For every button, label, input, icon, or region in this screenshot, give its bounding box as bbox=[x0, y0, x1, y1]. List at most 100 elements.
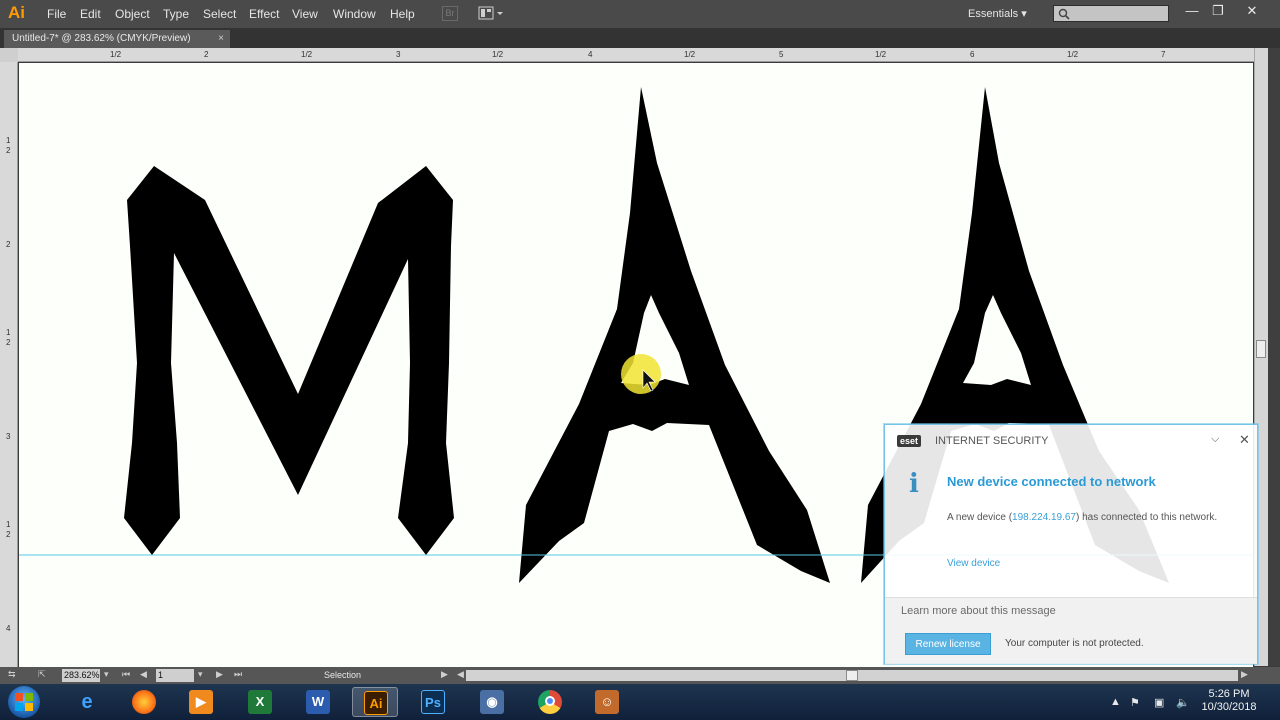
ruler-label: 1/2 bbox=[301, 50, 313, 59]
start-button[interactable] bbox=[8, 686, 40, 718]
menu-help[interactable]: Help bbox=[390, 7, 415, 21]
view-device-link[interactable]: View device bbox=[947, 558, 1000, 569]
illustrator-logo: Ai bbox=[8, 3, 25, 22]
eset-logo: eset bbox=[897, 435, 922, 447]
taskbar-illustrator[interactable]: Ai bbox=[352, 687, 398, 717]
ruler-label: 2 bbox=[6, 240, 11, 249]
ruler-label: 2 bbox=[204, 50, 209, 59]
panel-dock-edge bbox=[1268, 48, 1280, 666]
taskbar-photo-app[interactable]: ☺ bbox=[584, 687, 630, 717]
menu-type[interactable]: Type bbox=[163, 7, 189, 21]
ruler-label: 1/2 bbox=[1067, 50, 1079, 59]
menu-view[interactable]: View bbox=[292, 7, 318, 21]
bridge-icon[interactable]: Br bbox=[442, 6, 458, 21]
horizontal-ruler[interactable]: 1/2 2 1/2 3 1/2 4 1/2 5 1/2 6 1/2 7 bbox=[18, 48, 1254, 62]
cursor-highlight bbox=[621, 354, 661, 394]
protection-status: Your computer is not protected. bbox=[1005, 638, 1144, 649]
ruler-label: 4 bbox=[588, 50, 593, 59]
zoom-level-field[interactable]: 283.62% bbox=[62, 669, 100, 682]
status-bar: ⇆ ⇱ 283.62% ▾ ⏮ ◀ 1 ▾ ▶ ⏭ Selection ▶ ◀ … bbox=[0, 667, 1280, 684]
menu-object[interactable]: Object bbox=[115, 7, 150, 21]
taskbar-internet-explorer[interactable]: e bbox=[64, 687, 110, 717]
minimize-button[interactable]: — bbox=[1180, 2, 1204, 20]
ruler-label: 3 bbox=[396, 50, 401, 59]
menu-file[interactable]: File bbox=[47, 7, 66, 21]
action-center-flag-icon[interactable]: ⚑ bbox=[1130, 696, 1140, 709]
app-player-icon: ◉ bbox=[480, 690, 504, 714]
taskbar-media-player[interactable]: ▶ bbox=[178, 687, 224, 717]
first-artboard-icon[interactable]: ⏮ bbox=[122, 669, 130, 680]
taskbar-word[interactable]: W bbox=[295, 687, 341, 717]
renew-license-button[interactable]: Renew license bbox=[905, 633, 991, 655]
status-menu-arrow-icon[interactable]: ▶ bbox=[441, 669, 448, 680]
tab-close-icon[interactable]: × bbox=[218, 30, 224, 48]
next-artboard-icon[interactable]: ▶ bbox=[216, 669, 223, 680]
previous-artboard-icon[interactable]: ◀ bbox=[140, 669, 147, 680]
show-hidden-icons-icon[interactable]: ▲ bbox=[1110, 696, 1121, 708]
ruler-label: 6 bbox=[970, 50, 975, 59]
menu-effect[interactable]: Effect bbox=[249, 7, 279, 21]
artboard-number-field[interactable]: 1 bbox=[156, 669, 194, 682]
share-icon[interactable]: ⇱ bbox=[38, 669, 46, 680]
close-icon[interactable]: ✕ bbox=[1239, 432, 1250, 448]
artboard-nav-icon[interactable]: ⇆ bbox=[8, 669, 16, 680]
taskbar-firefox[interactable] bbox=[121, 687, 167, 717]
device-icon[interactable]: ▣ bbox=[1154, 696, 1164, 709]
menu-edit[interactable]: Edit bbox=[80, 7, 101, 21]
horizontal-scrollbar[interactable] bbox=[466, 670, 1238, 681]
device-ip: 198.224.19.67 bbox=[1012, 512, 1076, 523]
horizontal-scroll-thumb[interactable] bbox=[846, 670, 858, 681]
close-button[interactable]: ✕ bbox=[1240, 2, 1264, 20]
illustrator-icon: Ai bbox=[364, 691, 388, 715]
menu-bar: Ai File Edit Object Type Select Effect V… bbox=[0, 0, 1280, 28]
ruler-label: 1/2 bbox=[875, 50, 887, 59]
taskbar-app-player[interactable]: ◉ bbox=[469, 687, 515, 717]
chevron-down-icon[interactable]: ⌵ bbox=[1211, 433, 1219, 446]
ruler-label: 3 bbox=[6, 432, 11, 441]
arrange-documents-icon[interactable] bbox=[478, 6, 506, 21]
taskbar-excel[interactable]: X bbox=[237, 687, 283, 717]
menu-select[interactable]: Select bbox=[203, 7, 236, 21]
ruler-label: 2 bbox=[6, 338, 11, 347]
search-icon bbox=[1058, 8, 1070, 20]
ruler-label: 1 bbox=[6, 136, 11, 145]
chevron-down-icon: ▾ bbox=[1021, 8, 1027, 20]
system-clock[interactable]: 5:26 PM 10/30/2018 bbox=[1192, 688, 1266, 714]
ruler-origin[interactable] bbox=[0, 48, 18, 62]
search-input[interactable] bbox=[1053, 5, 1169, 22]
ruler-label: 4 bbox=[6, 624, 11, 633]
vertical-scroll-thumb[interactable] bbox=[1256, 340, 1266, 358]
vertical-ruler[interactable]: 1 2 2 1 2 3 1 2 4 bbox=[0, 62, 18, 667]
ruler-label: 5 bbox=[779, 50, 784, 59]
document-tab-title: Untitled-7* @ 283.62% (CMYK/Preview) bbox=[12, 33, 191, 44]
menu-window[interactable]: Window bbox=[333, 7, 376, 21]
chrome-icon bbox=[538, 690, 562, 714]
ruler-label: 1 bbox=[6, 520, 11, 529]
learn-more-link[interactable]: Learn more about this message bbox=[901, 605, 1056, 617]
document-tab[interactable]: Untitled-7* @ 283.62% (CMYK/Preview) × bbox=[4, 30, 230, 48]
taskbar-photoshop[interactable]: Ps bbox=[410, 687, 456, 717]
internet-explorer-icon: e bbox=[81, 691, 93, 713]
ruler-label: 1/2 bbox=[110, 50, 122, 59]
taskbar-chrome[interactable] bbox=[527, 687, 573, 717]
restore-button[interactable]: ❐ bbox=[1206, 2, 1230, 20]
current-tool-label[interactable]: Selection bbox=[324, 670, 361, 680]
letter-a-path[interactable] bbox=[519, 87, 830, 583]
chevron-down-icon[interactable]: ▾ bbox=[198, 669, 203, 680]
letter-m-path[interactable] bbox=[124, 166, 454, 555]
ruler-label: 2 bbox=[6, 146, 11, 155]
scroll-right-icon[interactable]: ▶ bbox=[1241, 669, 1248, 680]
volume-icon[interactable]: 🔈 bbox=[1176, 696, 1190, 709]
chevron-down-icon[interactable]: ▾ bbox=[104, 669, 109, 680]
firefox-icon bbox=[132, 690, 156, 714]
photo-app-icon: ☺ bbox=[595, 690, 619, 714]
eset-product-title: INTERNET SECURITY bbox=[935, 435, 1049, 447]
notification-footer: Learn more about this message Renew lice… bbox=[885, 597, 1257, 664]
ruler-label: 7 bbox=[1161, 50, 1166, 59]
workspace-switcher[interactable]: Essentials ▾ bbox=[968, 7, 1027, 20]
scroll-left-icon[interactable]: ◀ bbox=[457, 669, 464, 680]
eset-notification[interactable]: eset INTERNET SECURITY ⌵ ✕ i New device … bbox=[884, 424, 1258, 664]
info-icon: i bbox=[909, 469, 919, 499]
photoshop-icon: Ps bbox=[421, 690, 445, 714]
last-artboard-icon[interactable]: ⏭ bbox=[234, 669, 242, 680]
